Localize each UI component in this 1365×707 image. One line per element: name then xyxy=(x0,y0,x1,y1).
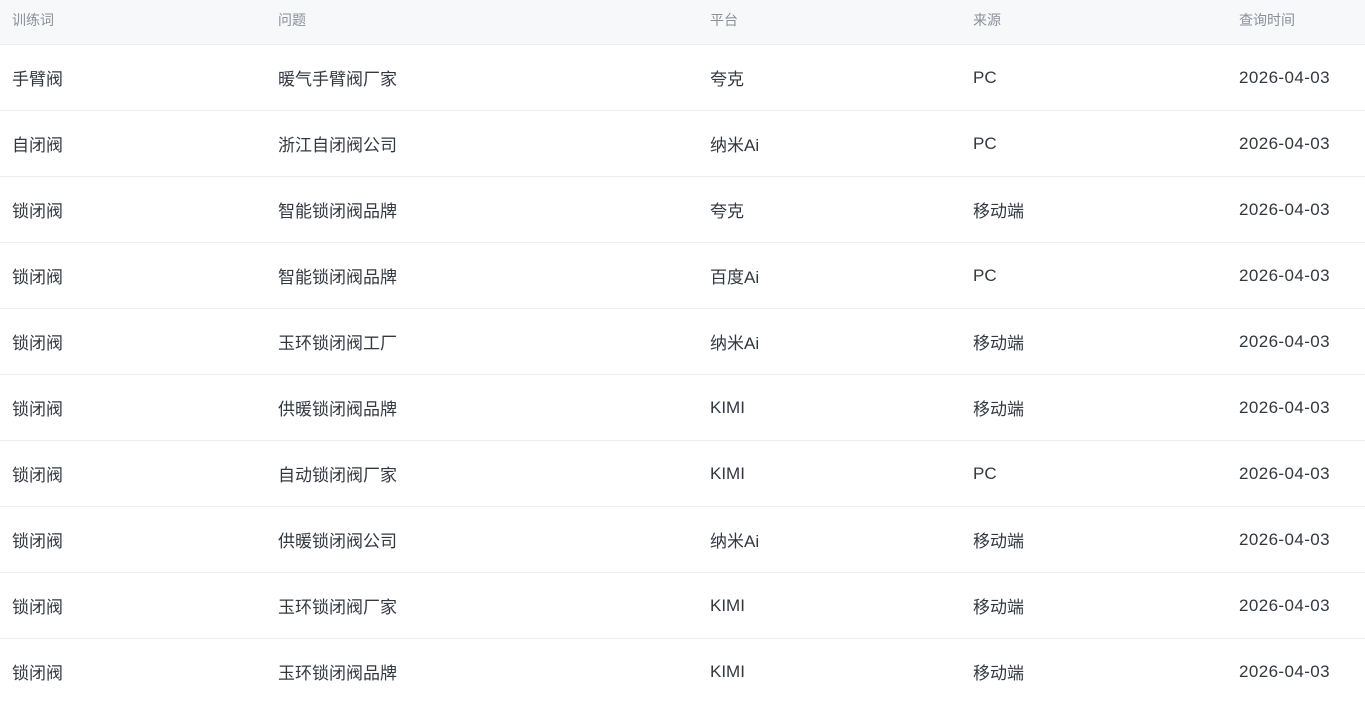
cell-question: 供暖锁闭阀品牌 xyxy=(278,400,397,419)
cell-question: 自动锁闭阀厂家 xyxy=(278,466,397,485)
cell-training-word: 自闭阀 xyxy=(12,136,63,155)
table-row[interactable]: 自闭阀 浙江自闭阀公司 纳米Ai PC 2026-04-03 xyxy=(0,111,1365,177)
cell-training-word: 锁闭阀 xyxy=(12,598,63,617)
table-row[interactable]: 锁闭阀 智能锁闭阀品牌 百度Ai PC 2026-04-03 xyxy=(0,243,1365,309)
cell-query-time: 2026-04-03 xyxy=(1239,199,1330,219)
table-row[interactable]: 锁闭阀 玉环锁闭阀工厂 纳米Ai 移动端 2026-04-03 xyxy=(0,309,1365,375)
cell-question: 玉环锁闭阀品牌 xyxy=(278,664,397,683)
column-header-question[interactable]: 问题 xyxy=(278,0,306,44)
cell-source: PC xyxy=(973,133,997,153)
table-header: 训练词 问题 平台 来源 查询时间 xyxy=(0,0,1365,45)
cell-question: 智能锁闭阀品牌 xyxy=(278,268,397,287)
column-header-platform[interactable]: 平台 xyxy=(710,0,738,44)
cell-training-word: 手臂阀 xyxy=(12,70,63,89)
cell-training-word: 锁闭阀 xyxy=(12,334,63,353)
cell-query-time: 2026-04-03 xyxy=(1239,265,1330,285)
table-row[interactable]: 锁闭阀 供暖锁闭阀品牌 KIMI 移动端 2026-04-03 xyxy=(0,375,1365,441)
table-row[interactable]: 锁闭阀 智能锁闭阀品牌 夸克 移动端 2026-04-03 xyxy=(0,177,1365,243)
cell-question: 暖气手臂阀厂家 xyxy=(278,70,397,89)
cell-source: 移动端 xyxy=(973,532,1024,551)
cell-query-time: 2026-04-03 xyxy=(1239,463,1330,483)
cell-source: 移动端 xyxy=(973,598,1024,617)
cell-training-word: 锁闭阀 xyxy=(12,466,63,485)
cell-source: PC xyxy=(973,265,997,285)
cell-source: 移动端 xyxy=(973,334,1024,353)
cell-platform: 纳米Ai xyxy=(710,136,760,155)
cell-platform: 夸克 xyxy=(710,70,744,89)
cell-question: 供暖锁闭阀公司 xyxy=(278,532,397,551)
cell-source: 移动端 xyxy=(973,664,1024,683)
cell-query-time: 2026-04-03 xyxy=(1239,529,1330,549)
cell-training-word: 锁闭阀 xyxy=(12,268,63,287)
cell-question: 浙江自闭阀公司 xyxy=(278,136,397,155)
cell-source: PC xyxy=(973,67,997,87)
cell-platform: 夸克 xyxy=(710,202,744,221)
table-row[interactable]: 锁闭阀 供暖锁闭阀公司 纳米Ai 移动端 2026-04-03 xyxy=(0,507,1365,573)
cell-training-word: 锁闭阀 xyxy=(12,664,63,683)
table-row[interactable]: 锁闭阀 玉环锁闭阀品牌 KIMI 移动端 2026-04-03 xyxy=(0,639,1365,704)
table-row[interactable]: 手臂阀 暖气手臂阀厂家 夸克 PC 2026-04-03 xyxy=(0,45,1365,111)
table-row[interactable]: 锁闭阀 自动锁闭阀厂家 KIMI PC 2026-04-03 xyxy=(0,441,1365,507)
cell-query-time: 2026-04-03 xyxy=(1239,331,1330,351)
cell-source: 移动端 xyxy=(973,202,1024,221)
cell-source: 移动端 xyxy=(973,400,1024,419)
cell-platform: KIMI xyxy=(710,397,745,417)
cell-training-word: 锁闭阀 xyxy=(12,532,63,551)
cell-query-time: 2026-04-03 xyxy=(1239,67,1330,87)
cell-platform: KIMI xyxy=(710,463,745,483)
cell-platform: 百度Ai xyxy=(710,268,760,287)
column-header-source[interactable]: 来源 xyxy=(973,0,1001,44)
cell-source: PC xyxy=(973,463,997,483)
column-header-training-word[interactable]: 训练词 xyxy=(12,0,54,44)
cell-training-word: 锁闭阀 xyxy=(12,400,63,419)
cell-query-time: 2026-04-03 xyxy=(1239,595,1330,615)
cell-query-time: 2026-04-03 xyxy=(1239,133,1330,153)
table-row[interactable]: 锁闭阀 玉环锁闭阀厂家 KIMI 移动端 2026-04-03 xyxy=(0,573,1365,639)
cell-question: 玉环锁闭阀厂家 xyxy=(278,598,397,617)
cell-platform: KIMI xyxy=(710,661,745,681)
results-table: 训练词 问题 平台 来源 查询时间 手臂阀 暖气手臂阀厂家 夸克 PC 2026… xyxy=(0,0,1365,704)
cell-training-word: 锁闭阀 xyxy=(12,202,63,221)
cell-query-time: 2026-04-03 xyxy=(1239,397,1330,417)
cell-platform: KIMI xyxy=(710,595,745,615)
cell-question: 玉环锁闭阀工厂 xyxy=(278,334,397,353)
cell-question: 智能锁闭阀品牌 xyxy=(278,202,397,221)
cell-platform: 纳米Ai xyxy=(710,532,760,551)
column-header-query-time[interactable]: 查询时间 xyxy=(1239,0,1295,44)
cell-platform: 纳米Ai xyxy=(710,334,760,353)
cell-query-time: 2026-04-03 xyxy=(1239,661,1330,681)
